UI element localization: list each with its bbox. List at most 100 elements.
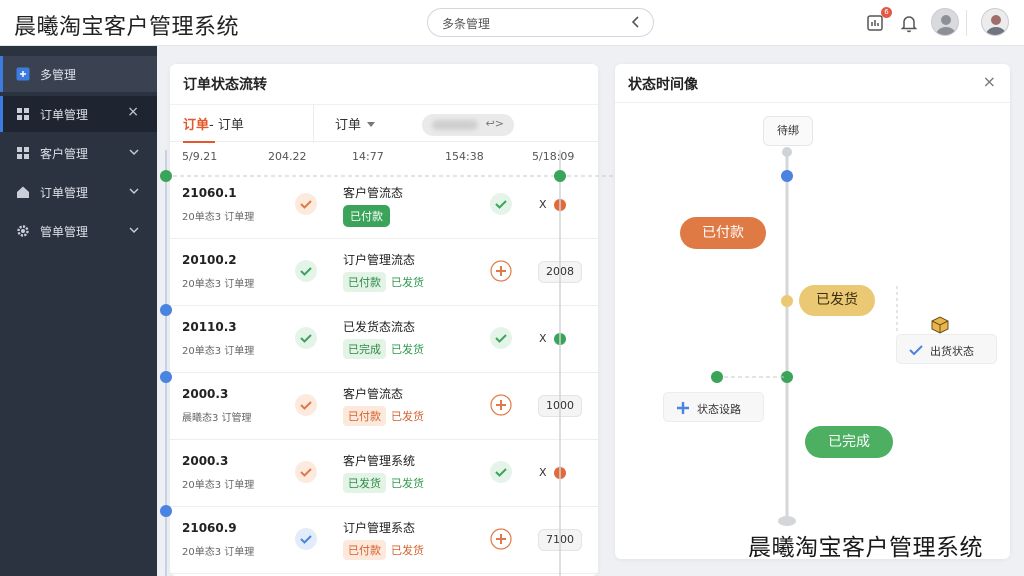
status-tags: 已付款: [343, 205, 390, 227]
status-text: 已发货: [391, 276, 424, 289]
status-tags: 已付款 已发货: [343, 272, 424, 292]
sidebar-item-orders[interactable]: 订单管理 ×: [0, 96, 157, 132]
check-icon: [295, 260, 317, 282]
status-shipped-pill[interactable]: 已发货: [799, 285, 875, 316]
flow-description: 订户管理系态: [343, 521, 416, 535]
sidebar-item-orders-2[interactable]: 订单管理: [0, 174, 157, 210]
sidebar-item-label: 订单管理: [40, 108, 89, 122]
chart-icon[interactable]: 6: [864, 7, 892, 35]
table-row[interactable]: 2000.3 晨曦态3 订管理 客户管流态 已付款 已发货 1000: [170, 373, 598, 440]
sidebar-item-multi[interactable]: 多管理: [0, 56, 157, 92]
gear-icon: [17, 225, 29, 237]
flow-description: 客户管流态: [343, 387, 404, 401]
app-title: 晨曦淘宝客户管理系统: [14, 15, 240, 40]
check-icon: [295, 461, 317, 483]
shipping-status-card[interactable]: 出货状态: [896, 334, 997, 364]
value-box: 1000: [538, 395, 582, 417]
axis-label: 14:77: [352, 150, 384, 163]
status-completed-pill[interactable]: 已完成: [805, 426, 893, 458]
search-text: 多条管理: [442, 17, 491, 31]
plus-icon[interactable]: [490, 394, 512, 416]
order-id: 20110.3: [182, 320, 237, 334]
sidebar: 多管理 订单管理 × 客户管理 订单管理 管单管理: [0, 46, 157, 576]
status-tag: 已付款: [343, 205, 390, 227]
status-dot: [554, 333, 566, 345]
status-tags: 已完成 已发货: [343, 339, 424, 359]
order-id: 2000.3: [182, 454, 229, 468]
user-avatar[interactable]: [931, 8, 959, 36]
chevron-down-icon: [129, 188, 139, 194]
status-tag: 已付款: [343, 272, 386, 292]
table-row[interactable]: 21060.1 20单态3 订单理 客户管流态 已付款 X: [170, 172, 598, 239]
caret-down-icon: [367, 122, 376, 127]
order-subtitle: 20单态3 订单理: [182, 547, 255, 558]
spine-node: [782, 147, 792, 157]
check-icon: [295, 327, 317, 349]
grid-icon: [17, 108, 29, 120]
plus-icon: [677, 402, 689, 414]
spine-node: [781, 170, 793, 182]
check-icon: [295, 528, 317, 550]
value-box: 2008: [538, 261, 582, 283]
chevron-down-icon: [129, 227, 139, 233]
axis-label: 5/9.21: [182, 150, 218, 163]
check-icon: [295, 394, 317, 416]
status-paid-pill[interactable]: 已付款: [680, 217, 766, 249]
status-tag: 已发货: [343, 473, 386, 493]
start-node[interactable]: 待绑: [763, 116, 813, 146]
flow-description: 已发货态流态: [343, 320, 416, 334]
status-timeline-panel: 状态时间像 × 待绑 已付款 已发货 已完成 出货状态 状态设路: [615, 64, 1010, 559]
order-id: 2000.3: [182, 387, 229, 401]
table-row[interactable]: 21060.9 20单态3 订单理 订户管理系态已付款 已发货 7100: [170, 507, 598, 574]
chevron-down-icon: [129, 149, 139, 155]
route-status-card[interactable]: 状态设路: [663, 392, 764, 422]
flow-description: 订户管理流态: [343, 253, 416, 267]
order-subtitle: 20单态3 订单理: [182, 480, 255, 491]
timeline-axis: 5/9.21 204.22 14:77 154:38 5/18:09: [170, 150, 598, 170]
chevron-left-icon[interactable]: [629, 13, 643, 31]
blurred-value: [432, 120, 478, 130]
date-filter-pill[interactable]: ↩>: [422, 114, 514, 136]
bell-icon[interactable]: [897, 11, 921, 35]
x-mark: X: [539, 466, 547, 479]
sidebar-item-customers[interactable]: 客户管理: [0, 135, 157, 171]
plus-icon[interactable]: [490, 528, 512, 550]
package-icon: [930, 316, 950, 334]
check-icon: [909, 345, 923, 356]
tab-underline: [183, 141, 215, 143]
check-icon[interactable]: [490, 327, 512, 349]
order-id: 21060.1: [182, 186, 237, 200]
order-subtitle: 晨曦态3 订管理: [182, 413, 252, 424]
sidebar-item-label: 管单管理: [40, 225, 89, 239]
plus-square-icon: [16, 67, 30, 81]
value-box: 7100: [538, 529, 582, 551]
sidebar-item-label: 多管理: [40, 68, 77, 82]
search-input[interactable]: 多条管理: [427, 8, 654, 37]
x-mark: X: [539, 198, 547, 211]
order-subtitle: 20单态3 订单理: [182, 212, 255, 223]
sidebar-item-settings[interactable]: 管单管理: [0, 213, 157, 249]
table-row[interactable]: 20110.3 20单态3 订单理 已发货态流态 已完成 已发货 X: [170, 306, 598, 373]
tab-label: 订单: [335, 118, 362, 133]
tab-orders[interactable]: 订单- 订单: [183, 114, 244, 133]
order-subtitle: 20单态3 订单理: [182, 346, 255, 357]
status-text: 已发货: [391, 477, 424, 490]
plus-icon[interactable]: [490, 260, 512, 282]
arrow-icon: ↩>: [485, 117, 504, 130]
status-text: 已发货: [391, 410, 424, 423]
status-tags: 已付款 已发货: [343, 540, 424, 560]
table-row[interactable]: 20100.2 20单态3 订单理 订户管理流态 已付款 已发货 2008: [170, 239, 598, 306]
profile-avatar[interactable]: [981, 8, 1009, 36]
close-icon[interactable]: ×: [127, 104, 139, 120]
order-id: 21060.9: [182, 521, 237, 535]
table-row[interactable]: 2000.3 20单态3 订单理 客户管理系统 已发货 已发货 X: [170, 440, 598, 507]
grid-icon: [17, 147, 29, 159]
status-dot: [554, 467, 566, 479]
status-tag: 已完成: [343, 339, 386, 359]
axis-label: 154:38: [445, 150, 484, 163]
check-icon[interactable]: [490, 461, 512, 483]
check-icon[interactable]: [490, 193, 512, 215]
tab-order-dropdown[interactable]: 订单: [335, 114, 376, 133]
order-flow-panel: 订单状态流转 订单- 订单 订单 ↩> 5/9.21 204.22 14:77 …: [170, 64, 598, 576]
axis-label: 5/18:09: [532, 150, 575, 163]
